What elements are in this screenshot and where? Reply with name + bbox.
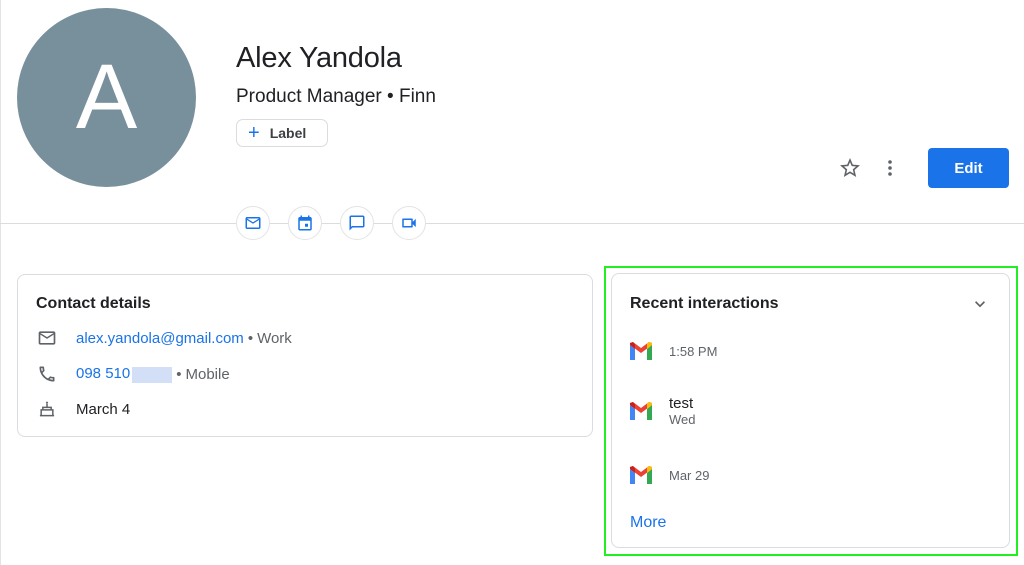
contact-name: Alex Yandola [236, 42, 402, 74]
add-label-text: Label [269, 125, 307, 141]
quick-actions [236, 206, 426, 240]
calendar-icon [298, 215, 312, 231]
separator: • [247, 329, 254, 347]
chat-icon [349, 215, 365, 231]
interaction-time: Mar 29 [669, 467, 710, 483]
interaction-time: Wed [669, 412, 696, 427]
phone-icon [39, 366, 55, 382]
gmail-icon [630, 342, 652, 360]
avatar: A [17, 8, 196, 187]
contact-job-title: Product Manager • Finn [236, 86, 436, 107]
email-type: Work [257, 329, 292, 347]
header-divider [0, 223, 1024, 224]
page-left-border [0, 0, 1, 565]
video-call-button[interactable] [392, 206, 426, 240]
video-icon [402, 218, 416, 228]
interaction-item[interactable]: test Wed [630, 395, 696, 427]
birthday-value: March 4 [76, 400, 131, 418]
interaction-item[interactable]: 1:58 PM [630, 342, 717, 360]
star-icon[interactable] [838, 156, 862, 180]
email-row: alex.yandola@gmail.com • Work [36, 327, 292, 349]
interaction-time: 1:58 PM [669, 343, 718, 359]
phone-type: Mobile [185, 365, 230, 383]
mail-icon [38, 331, 56, 345]
gmail-icon [630, 402, 652, 420]
email-link[interactable]: alex.yandola@gmail.com [76, 330, 244, 347]
contact-details-title: Contact details [36, 295, 151, 312]
phone-link[interactable]: 098 510 [76, 365, 173, 383]
cake-icon [39, 401, 55, 417]
schedule-event-button[interactable] [288, 206, 322, 240]
phone-row: 098 510 • Mobile [36, 363, 230, 385]
edit-button[interactable]: Edit [928, 148, 1009, 188]
recent-interactions-card: Recent interactions 1:58 PM test Wed Mar… [611, 273, 1010, 548]
gmail-icon [630, 466, 652, 484]
interaction-title: test [669, 395, 694, 412]
more-link[interactable]: More [630, 514, 666, 532]
chat-button[interactable] [340, 206, 374, 240]
plus-icon: + [248, 122, 260, 144]
send-email-button[interactable] [236, 206, 270, 240]
redacted-digits [132, 366, 173, 383]
birthday-row: March 4 [36, 398, 130, 420]
chevron-down-icon[interactable] [970, 294, 990, 314]
more-vert-icon[interactable] [878, 156, 902, 180]
mail-icon [245, 217, 261, 229]
avatar-initial: A [75, 46, 138, 148]
separator: • [176, 365, 182, 383]
contact-details-card: Contact details alex.yandola@gmail.com •… [17, 274, 593, 437]
recent-interactions-title: Recent interactions [630, 295, 779, 312]
interaction-item[interactable]: Mar 29 [630, 466, 709, 484]
add-label-button[interactable]: + Label [236, 119, 328, 147]
